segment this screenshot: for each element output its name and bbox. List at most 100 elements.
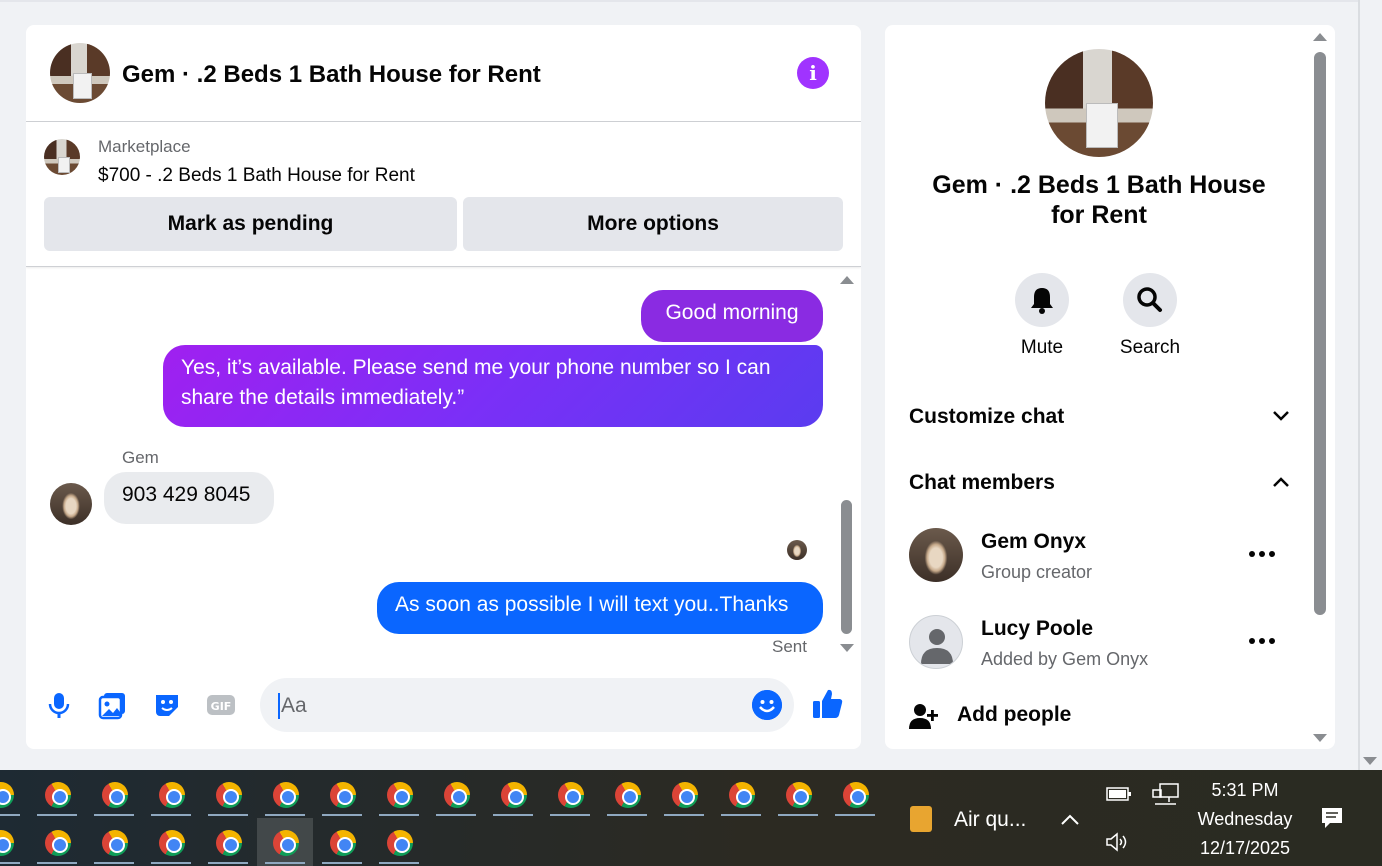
message-bubble-outgoing[interactable]: Yes, it’s available. Please send me your… — [163, 345, 823, 427]
taskbar-chrome-window[interactable] — [257, 770, 313, 818]
read-receipt-avatar — [787, 540, 807, 560]
mute-button[interactable]: Mute — [1002, 273, 1082, 359]
add-people-button[interactable]: Add people — [909, 699, 1209, 733]
notification-icon[interactable] — [1320, 806, 1344, 830]
clock-day[interactable]: Wednesday — [1170, 809, 1320, 830]
taskbar-chrome-window[interactable] — [86, 818, 142, 866]
message-scrollbar[interactable] — [836, 268, 856, 673]
taskbar-chrome-window[interactable] — [713, 770, 769, 818]
thumbs-up-icon[interactable] — [811, 687, 845, 721]
chrome-icon — [0, 782, 14, 808]
member-row[interactable]: Gem Onyx Group creator — [909, 528, 1289, 584]
taskbar-chrome-window[interactable] — [143, 818, 199, 866]
chrome-icon — [159, 830, 185, 856]
window-indicator — [37, 814, 77, 816]
clock-date[interactable]: 12/17/2025 — [1170, 838, 1320, 859]
gif-icon[interactable]: GIF — [206, 690, 236, 720]
message-status: Sent — [772, 637, 807, 656]
battery-icon[interactable] — [1106, 786, 1132, 802]
taskbar-chrome-window[interactable] — [542, 770, 598, 818]
member-avatar[interactable] — [909, 528, 963, 582]
info-avatar[interactable] — [1045, 49, 1153, 157]
search-button[interactable]: Search — [1110, 273, 1190, 359]
listing-avatar[interactable] — [50, 43, 110, 103]
chrome-icon — [159, 782, 185, 808]
emoji-icon[interactable] — [752, 690, 782, 720]
chevron-down-icon[interactable] — [1271, 409, 1291, 423]
message-input[interactable]: Aa — [260, 678, 794, 732]
listing-thumbnail[interactable] — [44, 139, 80, 175]
taskbar-chrome-window[interactable] — [371, 770, 427, 818]
scroll-down-arrow-icon[interactable] — [1313, 734, 1327, 742]
photo-icon[interactable] — [98, 690, 128, 720]
taskbar-chrome-window[interactable] — [371, 818, 427, 866]
more-options-button[interactable]: More options — [463, 197, 843, 251]
tray-chevron-up-icon[interactable] — [1059, 812, 1081, 828]
taskbar-chrome-window[interactable] — [200, 818, 256, 866]
microphone-icon[interactable] — [44, 690, 74, 720]
window-indicator — [94, 814, 134, 816]
taskbar-chrome-window[interactable] — [143, 770, 199, 818]
weather-text[interactable]: Air qu... — [954, 808, 1026, 832]
message-bubble-outgoing[interactable]: Good morning — [641, 290, 823, 342]
taskbar-chrome-window[interactable] — [29, 770, 85, 818]
taskbar-chrome-window[interactable] — [314, 818, 370, 866]
message-bubble-outgoing[interactable]: As soon as possible I will text you..Tha… — [377, 582, 823, 634]
more-options-icon[interactable] — [1247, 544, 1277, 564]
taskbar-chrome-window[interactable] — [86, 770, 142, 818]
marketplace-label: Marketplace — [98, 137, 191, 156]
taskbar-chrome-window[interactable] — [257, 818, 313, 866]
scroll-thumb[interactable] — [841, 500, 852, 634]
window-indicator — [550, 814, 590, 816]
chrome-icon — [273, 782, 299, 808]
scroll-up-arrow-icon[interactable] — [840, 276, 854, 284]
taskbar-chrome-window[interactable] — [0, 770, 28, 818]
chat-members-toggle[interactable]: Chat members — [909, 471, 1291, 495]
chrome-icon — [558, 782, 584, 808]
scroll-thumb[interactable] — [1314, 52, 1326, 615]
window-indicator — [607, 814, 647, 816]
scroll-up-arrow-icon[interactable] — [1313, 33, 1327, 41]
add-people-label[interactable]: Add people — [957, 703, 1071, 727]
info-icon[interactable]: i — [797, 57, 829, 89]
mark-as-pending-button[interactable]: Mark as pending — [44, 197, 457, 251]
taskbar-chrome-window[interactable] — [314, 770, 370, 818]
message-input-placeholder[interactable]: Aa — [278, 693, 307, 719]
taskbar-chrome-window[interactable] — [485, 770, 541, 818]
customize-chat-label: Customize chat — [909, 405, 1065, 428]
message-bubble-incoming[interactable]: 903 429 8045 — [104, 472, 274, 524]
sender-name: Gem — [122, 448, 159, 467]
window-indicator — [379, 814, 419, 816]
taskbar-chrome-window[interactable] — [770, 770, 826, 818]
window-indicator — [778, 814, 818, 816]
chrome-icon — [0, 830, 14, 856]
taskbar-chrome-window[interactable] — [29, 818, 85, 866]
chrome-icon — [729, 782, 755, 808]
taskbar-chrome-window[interactable] — [599, 770, 655, 818]
chevron-up-icon[interactable] — [1271, 475, 1291, 489]
magnifier-icon[interactable] — [1123, 273, 1177, 327]
taskbar-chrome-window[interactable] — [827, 770, 883, 818]
taskbar-chrome-window[interactable] — [428, 770, 484, 818]
conversation-info-panel: Gem · .2 Beds 1 Bath House for Rent Mute… — [885, 25, 1335, 749]
taskbar-chrome-window[interactable] — [0, 818, 28, 866]
add-person-icon[interactable] — [909, 701, 939, 731]
member-row[interactable]: Lucy Poole Added by Gem Onyx — [909, 615, 1289, 671]
customize-chat-toggle[interactable]: Customize chat — [909, 405, 1291, 429]
member-name[interactable]: Gem Onyx — [981, 530, 1086, 554]
default-avatar-icon[interactable] — [909, 615, 963, 669]
info-scrollbar[interactable] — [1310, 25, 1330, 749]
sticker-icon[interactable] — [152, 690, 182, 720]
bell-icon[interactable] — [1015, 273, 1069, 327]
clock-time[interactable]: 5:31 PM — [1170, 780, 1320, 801]
member-name[interactable]: Lucy Poole — [981, 617, 1093, 641]
taskbar-chrome-window[interactable] — [200, 770, 256, 818]
scroll-down-arrow-icon[interactable] — [840, 644, 854, 652]
chat-title[interactable]: Gem · .2 Beds 1 Bath House for Rent — [122, 61, 541, 89]
taskbar-chrome-window[interactable] — [656, 770, 712, 818]
volume-icon[interactable] — [1105, 831, 1131, 853]
page-scroll-down-arrow-icon[interactable] — [1363, 757, 1377, 765]
listing-title[interactable]: $700 - .2 Beds 1 Bath House for Rent — [98, 165, 415, 187]
more-options-icon[interactable] — [1247, 631, 1277, 651]
sender-avatar[interactable] — [50, 483, 92, 525]
